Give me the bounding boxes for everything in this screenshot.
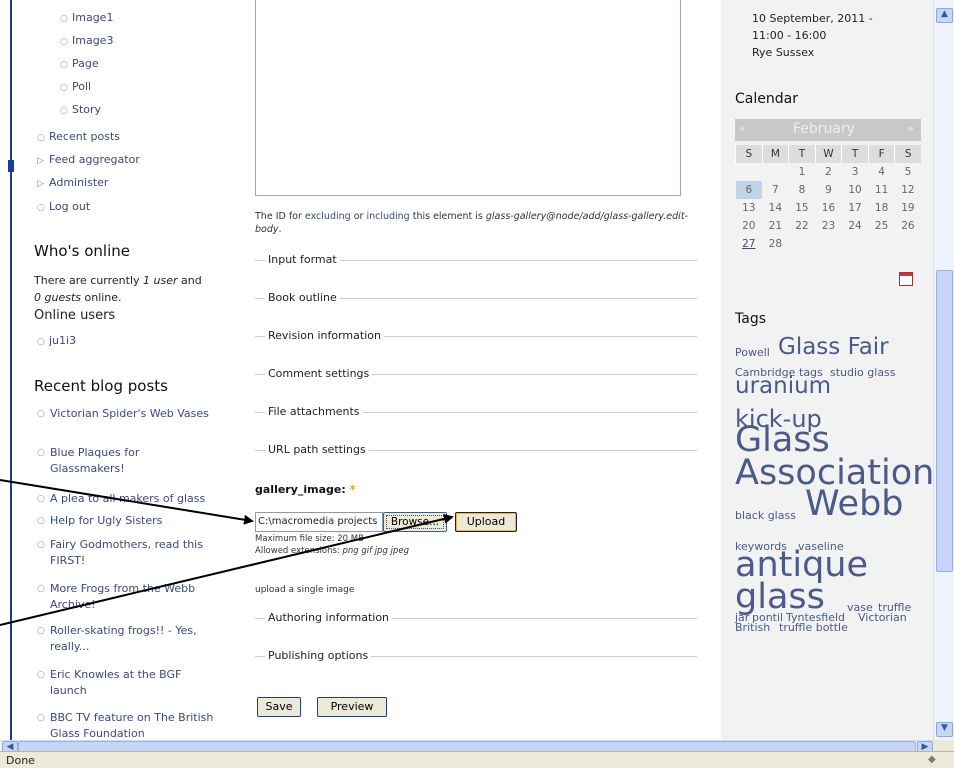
scroll-up-arrow-icon[interactable]: ▲ [936,8,953,23]
scroll-corner [933,740,954,751]
annotation-arrows [0,479,454,626]
status-bar: Done ◆ [0,751,954,768]
arrow-to-file-input [0,479,254,525]
arrow-to-upload-button [0,513,454,626]
status-text: Done [6,754,35,767]
scroll-thumb[interactable] [936,270,953,572]
scroll-down-arrow-icon[interactable]: ▼ [936,722,953,737]
status-zone-icon: ◆ [928,754,936,765]
vertical-scrollbar[interactable]: ▲ ▼ [933,0,954,740]
